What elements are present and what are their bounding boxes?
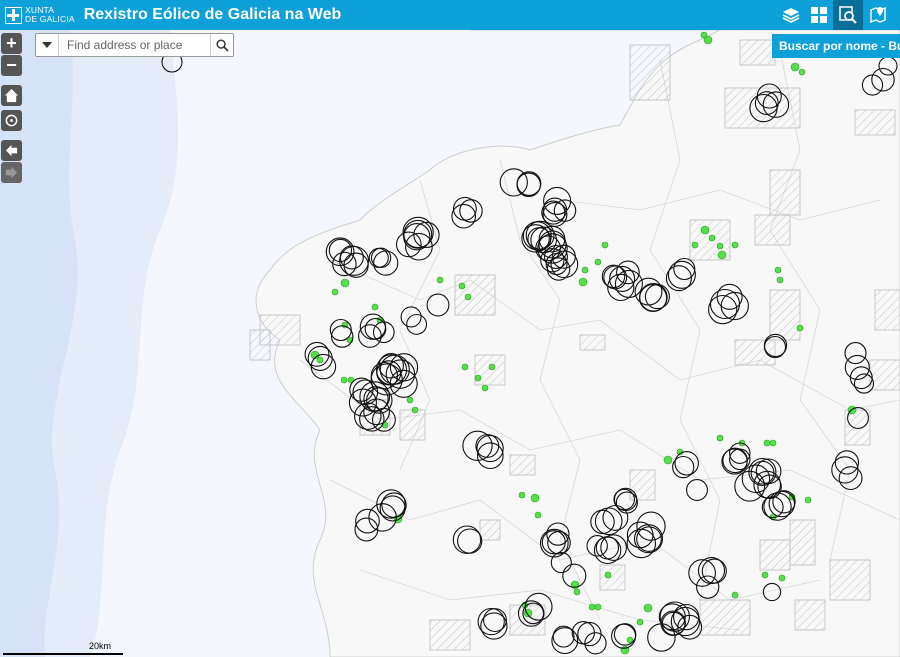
- previous-extent-button[interactable]: [1, 140, 22, 161]
- xunta-logo: XUNTA DE GALICIA: [5, 6, 75, 24]
- grid-icon: [811, 7, 827, 23]
- app-title: Rexistro Eólico de Galicia na Web: [83, 6, 342, 23]
- search-by-name-tab[interactable]: Buscar por nome - Bu: [772, 34, 900, 58]
- zoom-in-button[interactable]: +: [1, 33, 22, 54]
- search-tool-button[interactable]: [833, 0, 863, 30]
- next-extent-button[interactable]: [1, 162, 22, 183]
- app-header: XUNTA DE GALICIA Rexistro Eólico de Gali…: [0, 0, 900, 30]
- scale-bar-label: 20km: [89, 641, 112, 651]
- search-input[interactable]: [59, 34, 210, 56]
- home-icon: [4, 88, 19, 103]
- arrow-right-icon: [5, 166, 18, 179]
- search-button[interactable]: [210, 34, 233, 56]
- search-source-dropdown[interactable]: [36, 34, 59, 56]
- basemap-gallery-button[interactable]: [804, 0, 834, 30]
- magnifier-icon: [215, 38, 229, 52]
- locate-button[interactable]: [1, 110, 22, 131]
- logo-line-2: DE GALICIA: [25, 14, 75, 24]
- locate-icon: [5, 114, 18, 127]
- search-map-icon: [839, 6, 857, 24]
- zoom-out-button[interactable]: −: [1, 55, 22, 76]
- map-canvas[interactable]: [0, 30, 900, 657]
- location-tool-button[interactable]: [863, 0, 893, 30]
- galicia-cross-icon: [5, 6, 22, 24]
- layers-icon: [782, 8, 800, 23]
- arrow-left-icon: [5, 144, 18, 157]
- search-widget: [35, 33, 234, 57]
- scale-bar-line: [3, 653, 123, 655]
- home-button[interactable]: [1, 85, 22, 106]
- caret-down-icon: [42, 42, 52, 48]
- layers-button[interactable]: [776, 0, 806, 30]
- map-pin-icon: [870, 6, 886, 24]
